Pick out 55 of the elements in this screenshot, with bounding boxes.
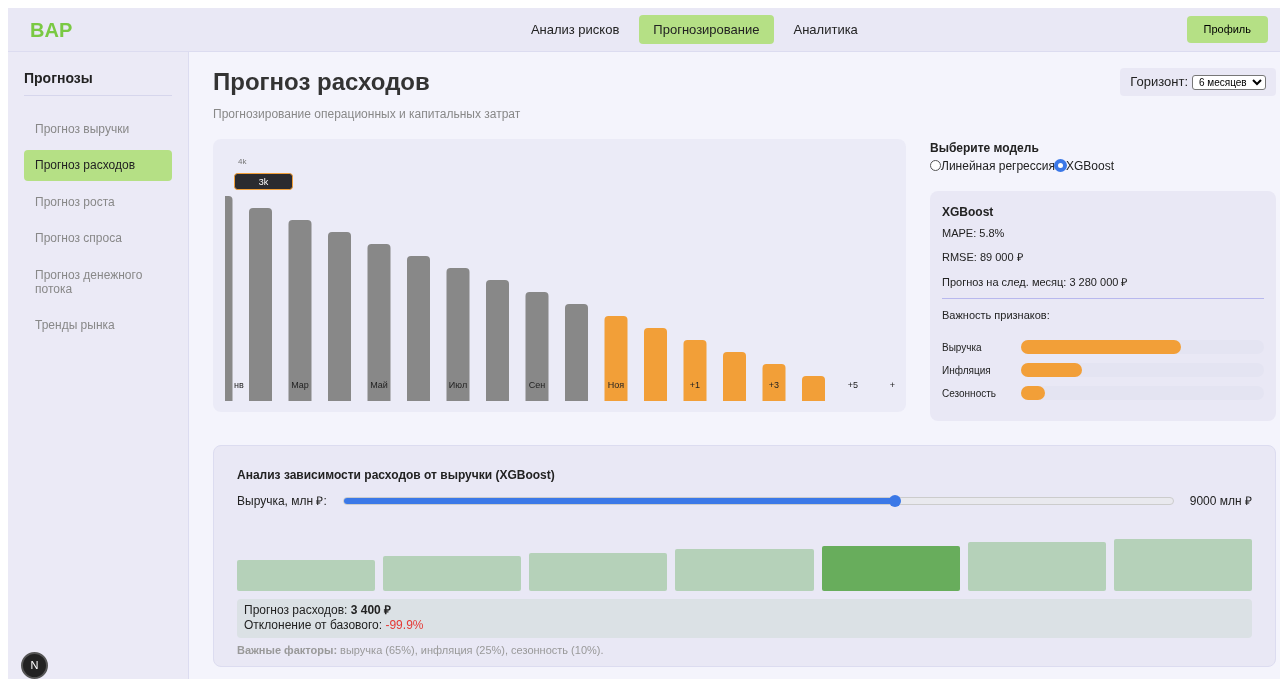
feature-label: Выручка <box>942 340 983 355</box>
deviation-value: -99.9% <box>385 618 424 633</box>
forecast-bar <box>723 351 746 401</box>
scenario-block[interactable] <box>1113 538 1252 591</box>
nav-tab[interactable]: Аналитика <box>779 14 872 45</box>
profile-button[interactable]: Профиль <box>1186 16 1268 43</box>
radio-label[interactable]: XGBoost <box>1066 156 1115 175</box>
axis-label: Мар <box>291 379 309 390</box>
axis-label: Сен <box>528 379 546 390</box>
horizon-label: Горизонт: <box>1130 74 1188 89</box>
forecast-bar <box>802 375 825 401</box>
sidebar-item[interactable]: Прогноз расходов <box>24 150 172 181</box>
metric-text: Прогноз на след. месяц: 3 280 000 ₽ <box>942 274 1129 290</box>
scenario-block[interactable] <box>237 559 376 591</box>
importance-title: Важность признаков: <box>942 308 1051 324</box>
axis-label: +5 <box>847 379 859 390</box>
scenario-block[interactable] <box>967 542 1106 591</box>
sidebar-title: Прогнозы <box>24 68 172 96</box>
metric-text: RMSE: 89 000 ₽ <box>942 250 1024 266</box>
horizon-select[interactable]: 6 месяцев <box>1192 75 1266 90</box>
feature-label: Сезонность <box>942 386 997 401</box>
slider-thumb[interactable] <box>889 494 902 507</box>
radio-button[interactable] <box>1055 160 1066 172</box>
radio-label[interactable]: Линейная регрессия <box>941 156 1055 175</box>
model-name: XGBoost <box>942 203 995 221</box>
feature-label: Инфляция <box>942 363 992 378</box>
axis-label: Май <box>370 379 388 390</box>
model-select-title: Выберите модель <box>930 139 1040 157</box>
nav-tab[interactable]: Прогнозирование <box>639 14 774 45</box>
factors-text: Важные факторы: выручка (65%), инфляция (25%), сезонность (10%). <box>237 643 605 658</box>
axis-label: 4k <box>238 156 247 166</box>
deviation-label: Отклонение от базового: <box>244 618 384 633</box>
forecast-bar <box>683 339 707 401</box>
slider[interactable] <box>342 496 1174 505</box>
axis-label: Ноя <box>607 379 625 390</box>
nav-tab[interactable]: Анализ рисков <box>516 14 634 45</box>
metric-text: MAPE: 5.8% <box>942 225 1006 241</box>
slider-label: Выручка, млн ₽: <box>237 492 327 510</box>
page-title: Прогноз расходов <box>213 68 430 97</box>
scenario-block[interactable] <box>529 552 668 591</box>
scenario-block[interactable] <box>821 545 960 591</box>
slider-reading: 9000 млн ₽ <box>1189 492 1252 510</box>
axis-label: нв <box>234 379 244 390</box>
scenario-block[interactable] <box>675 549 814 591</box>
section-title: Анализ зависимости расходов от выручки (XGBoost) <box>237 466 556 484</box>
result-text: Прогноз расходов: 3 400 ₽ <box>244 602 393 619</box>
value-tooltip: 3k <box>234 172 293 190</box>
page-subtitle: Прогнозирование операционных и капитальных затрат <box>213 105 522 123</box>
forecast-bar <box>762 363 786 401</box>
axis-label: + <box>889 379 896 390</box>
radio-button[interactable] <box>930 160 941 172</box>
axis-label: +3 <box>768 379 780 390</box>
axis-label: +1 <box>689 379 701 390</box>
scenario-block[interactable] <box>383 556 522 591</box>
axis-label: Июл <box>448 379 468 390</box>
